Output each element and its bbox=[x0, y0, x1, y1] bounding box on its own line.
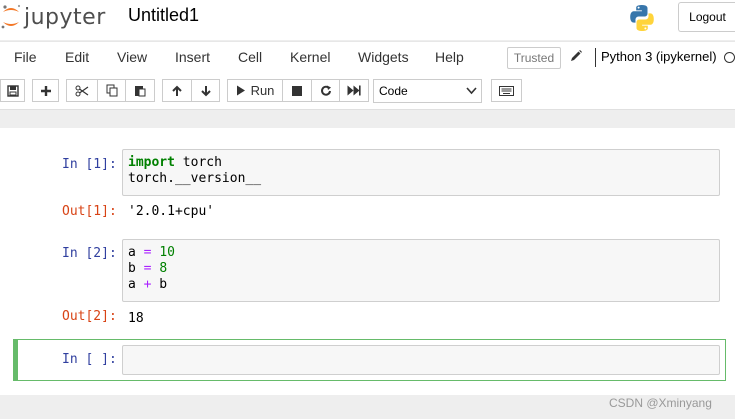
menu-widgets[interactable]: Widgets bbox=[358, 49, 409, 65]
notebook-container: In [1]: import torch torch.__version__ O… bbox=[0, 128, 735, 395]
python-logo-icon bbox=[630, 5, 654, 31]
menu-kernel[interactable]: Kernel bbox=[290, 49, 330, 65]
input-prompt: In [1]: bbox=[62, 157, 117, 172]
kernel-name[interactable]: Python 3 (ipykernel) bbox=[601, 49, 717, 64]
watermark: CSDN @Xminyang bbox=[609, 396, 712, 410]
jupyter-logo-icon bbox=[1, 4, 21, 29]
toolbar-shadow bbox=[0, 110, 735, 128]
trusted-indicator[interactable]: Trusted bbox=[507, 47, 561, 69]
paste-button[interactable] bbox=[125, 79, 155, 102]
run-button[interactable]: Run bbox=[227, 79, 283, 102]
insert-cell-button[interactable] bbox=[32, 79, 59, 102]
input-prompt: In [ ]: bbox=[62, 352, 117, 367]
menu-help[interactable]: Help bbox=[435, 49, 464, 65]
menu-view[interactable]: View bbox=[117, 49, 147, 65]
menu-edit[interactable]: Edit bbox=[65, 49, 89, 65]
menu-insert[interactable]: Insert bbox=[175, 49, 210, 65]
kernel-status-icon bbox=[724, 52, 735, 63]
code-cell-input[interactable]: a = 10 b = 8 a + b bbox=[122, 239, 720, 302]
code-line: a + b bbox=[128, 277, 168, 292]
input-prompt: In [2]: bbox=[62, 246, 117, 261]
plus-icon bbox=[40, 85, 51, 96]
header: jupyter Untitled1 Logout bbox=[0, 0, 735, 40]
logout-button[interactable]: Logout bbox=[678, 2, 735, 32]
code-cell-input[interactable] bbox=[122, 345, 720, 375]
kernel-separator bbox=[595, 48, 596, 67]
cut-button[interactable] bbox=[66, 79, 98, 102]
selected-cell-indicator bbox=[13, 339, 18, 381]
chevron-down-icon bbox=[466, 87, 477, 95]
copy-button[interactable] bbox=[97, 79, 126, 102]
save-icon bbox=[6, 84, 19, 97]
jupyter-logo[interactable]: jupyter bbox=[0, 3, 106, 31]
arrow-up-icon bbox=[172, 85, 182, 96]
move-up-button[interactable] bbox=[162, 79, 192, 102]
cell-type-value: Code bbox=[379, 84, 408, 98]
pencil-icon[interactable] bbox=[569, 49, 583, 63]
code-line: b = 8 bbox=[128, 261, 168, 276]
output-prompt: Out[1]: bbox=[62, 204, 117, 219]
cell-output: '2.0.1+cpu' bbox=[128, 204, 215, 219]
restart-button[interactable] bbox=[311, 79, 340, 102]
paste-icon bbox=[135, 86, 146, 97]
code-cell-input[interactable]: import torch torch.__version__ bbox=[122, 149, 720, 196]
notebook-title[interactable]: Untitled1 bbox=[128, 5, 199, 26]
cell-output: 18 bbox=[128, 311, 144, 326]
restart-run-all-button[interactable] bbox=[339, 79, 369, 102]
stop-icon bbox=[292, 85, 302, 96]
menu-file[interactable]: File bbox=[14, 49, 37, 65]
play-icon bbox=[236, 85, 245, 96]
cut-icon bbox=[75, 85, 89, 96]
cell-type-select[interactable]: Code bbox=[373, 79, 482, 103]
menu-bar: File Edit View Insert Cell Kernel Widget… bbox=[0, 41, 735, 73]
arrow-down-icon bbox=[200, 85, 211, 96]
jupyter-logo-text: jupyter bbox=[24, 4, 106, 30]
code-line: torch.__version__ bbox=[128, 171, 262, 186]
code-line: a = 10 bbox=[128, 245, 175, 260]
save-button[interactable] bbox=[0, 79, 25, 102]
copy-icon bbox=[106, 84, 117, 97]
fast-forward-icon bbox=[347, 85, 361, 96]
command-palette-button[interactable] bbox=[491, 79, 522, 102]
move-down-button[interactable] bbox=[191, 79, 220, 102]
keyboard-icon bbox=[499, 85, 514, 96]
code-line: import torch bbox=[128, 155, 222, 170]
interrupt-button[interactable] bbox=[282, 79, 312, 102]
output-prompt: Out[2]: bbox=[62, 309, 117, 324]
toolbar: Run Code bbox=[0, 73, 735, 110]
run-label: Run bbox=[250, 83, 275, 98]
menu-cell[interactable]: Cell bbox=[238, 49, 262, 65]
restart-icon bbox=[320, 85, 331, 96]
